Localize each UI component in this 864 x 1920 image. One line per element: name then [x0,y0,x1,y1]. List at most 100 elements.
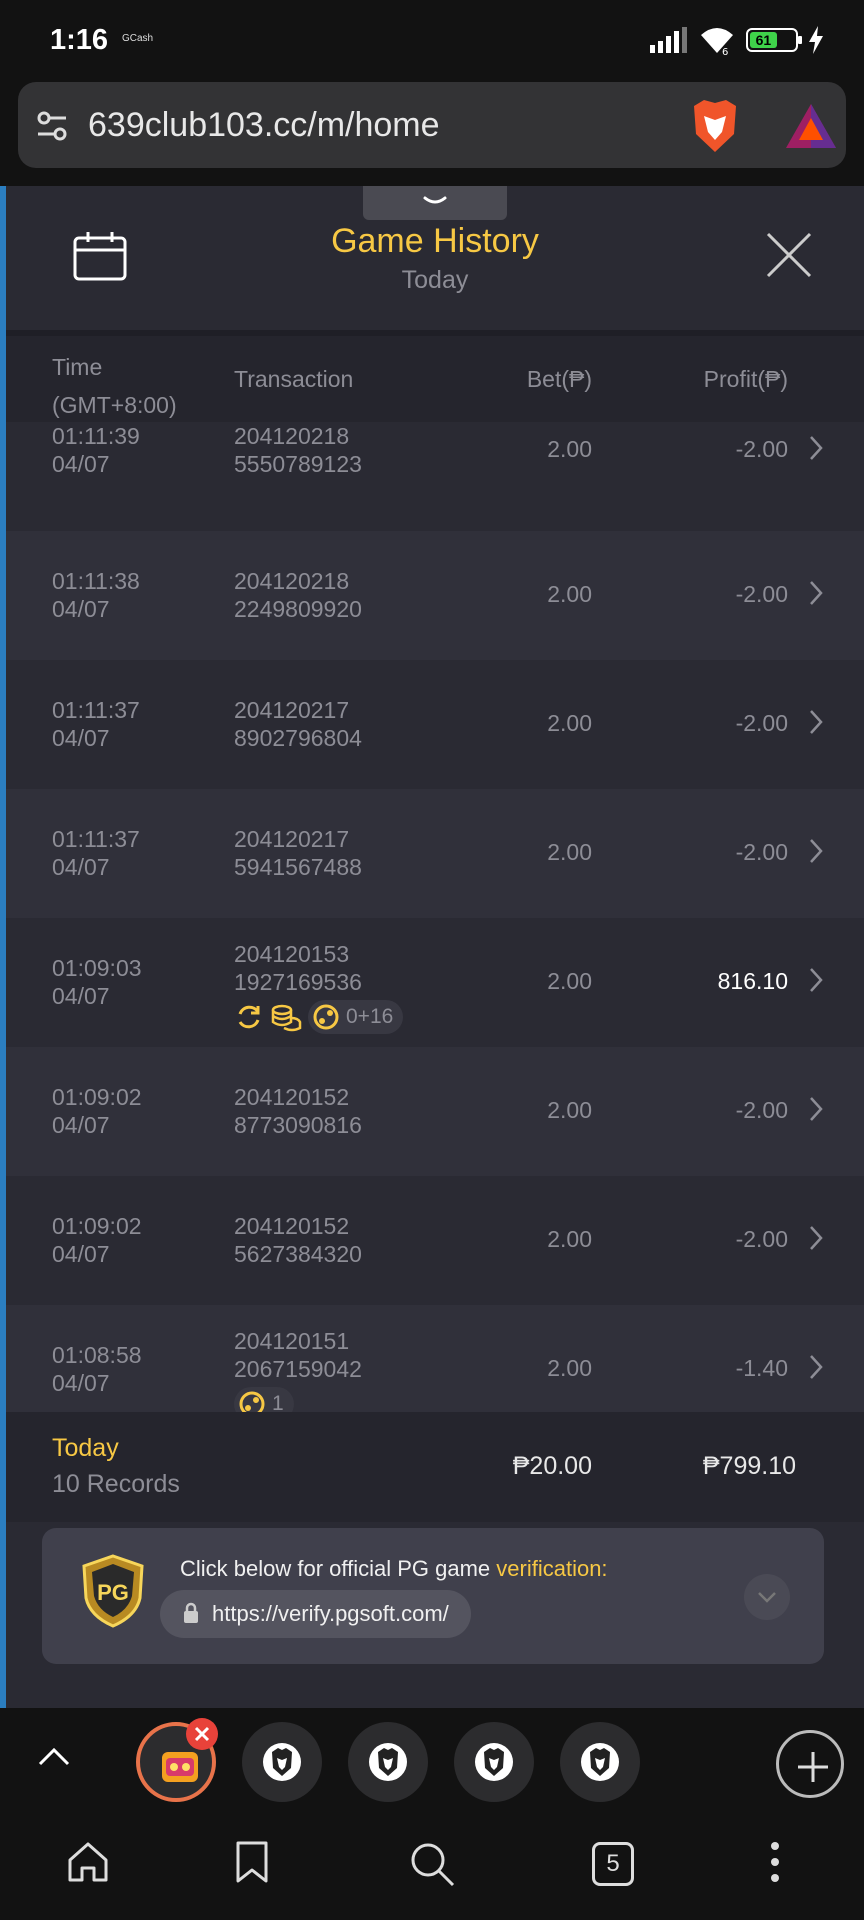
brave-shields-icon[interactable] [688,98,742,154]
signal-icon [650,27,687,53]
brave-tab-icon [475,1743,513,1781]
collapse-handle[interactable] [363,186,507,220]
page-subtitle: Today [401,266,469,294]
row-bet: 2.00 [547,968,592,994]
plus-icon [798,1752,828,1782]
bookmark-icon[interactable] [234,1840,270,1884]
chevron-right-icon [810,968,823,992]
game-history-panel: Game History Today Time (GMT+8:00) Trans… [6,186,864,1708]
tabs-count-button[interactable]: 5 [592,1842,634,1886]
free-spin-icon [239,1391,265,1412]
row-time: 01:09:02 04/07 [52,1213,142,1267]
table-row[interactable]: 01:09:03 04/07 204120153 1927169536 0+16… [6,918,864,1047]
status-icons: 6 61 [648,24,824,56]
brave-rewards-icon[interactable] [784,102,838,150]
coins-icon [271,1004,302,1032]
row-time: 01:08:58 04/07 [52,1342,142,1396]
history-table-body: 01:11:39 04/07 204120218 5550789123 2.00 -… [6,422,864,1412]
column-profit: Profit(₱) [703,366,788,392]
tab-2[interactable] [242,1722,322,1802]
row-profit: -2.00 [735,710,788,736]
svg-text:PG: PG [97,1580,129,1605]
table-row[interactable]: 01:09:02 04/07 204120152 5627384320 2.00 -… [6,1176,864,1305]
verification-banner: PG Click below for official PG game veri… [42,1528,824,1664]
bottom-nav: 5 [0,1818,864,1920]
row-transaction: 204120217 5941567488 [234,826,362,880]
table-row[interactable]: 01:11:39 04/07 204120218 5550789123 2.00 -… [6,422,864,531]
summary-records: 10 Records [52,1470,180,1498]
row-profit: -2.00 [735,839,788,865]
chevron-down-icon [758,1592,776,1603]
brave-tab-icon [581,1743,619,1781]
table-row[interactable]: 01:11:37 04/07 204120217 8902796804 2.00 -… [6,660,864,789]
row-bet: 2.00 [547,1097,592,1123]
page-content: Game History Today Time (GMT+8:00) Trans… [0,186,864,1708]
tune-icon[interactable] [32,106,72,146]
verification-text: Click below for official PG game verific… [180,1556,608,1581]
column-time: Time (GMT+8:00) [52,354,177,418]
row-time: 01:11:37 04/07 [52,697,140,751]
row-profit: -2.00 [735,581,788,607]
row-bet: 2.00 [547,839,592,865]
row-bet: 2.00 [547,1226,592,1252]
charging-icon [809,26,823,54]
close-tab-button[interactable] [186,1718,218,1750]
row-time: 01:11:39 04/07 [52,423,140,477]
row-badges: 0+16 [234,1000,404,1034]
row-transaction: 204120218 2249809920 [234,568,362,622]
summary-profit-total: ₱799.10 [702,1452,796,1480]
row-time: 01:09:02 04/07 [52,1084,142,1138]
search-icon[interactable] [408,1840,456,1888]
summary-label: Today [52,1434,119,1462]
tab-3[interactable] [348,1722,428,1802]
row-transaction: 204120152 8773090816 [234,1084,362,1138]
row-time: 01:11:38 04/07 [52,568,140,622]
free-spin-badge: 1 [234,1387,294,1412]
row-transaction: 204120217 8902796804 [234,697,362,751]
chevron-right-icon [810,581,823,605]
row-bet: 2.00 [547,710,592,736]
free-spin-icon [313,1004,339,1030]
table-header: Time (GMT+8:00) Transaction Bet(₱) Profi… [6,336,864,422]
row-bet: 2.00 [547,436,592,462]
close-icon[interactable] [764,230,814,280]
more-menu-icon[interactable] [768,1840,782,1884]
chevron-right-icon [810,1097,823,1121]
row-transaction: 204120152 5627384320 [234,1213,362,1267]
row-profit: -1.40 [735,1355,788,1381]
verification-link[interactable]: https://verify.pgsoft.com/ [160,1590,471,1638]
row-profit: -2.00 [735,436,788,462]
row-profit: 816.10 [717,968,788,994]
expand-button[interactable] [744,1574,790,1620]
svg-text:6: 6 [722,47,728,55]
row-badges: 1 [234,1387,362,1412]
chevron-up-icon[interactable] [36,1744,72,1768]
row-transaction: 204120153 1927169536 0+16 [234,940,404,1034]
column-transaction: Transaction [234,366,354,392]
address-bar[interactable]: 639club103.cc/m/home [18,82,846,168]
new-tab-button[interactable] [776,1730,844,1798]
summary-bet-total: ₱20.00 [512,1452,592,1480]
brave-tab-icon [263,1743,301,1781]
tab-5[interactable] [560,1722,640,1802]
brave-tab-icon [369,1743,407,1781]
table-row[interactable]: 01:08:5804/07 2041201512067159042 1 2. [6,1305,864,1412]
table-row[interactable]: 01:09:02 04/07 204120152 8773090816 2.00 -… [6,1047,864,1176]
url-text[interactable]: 639club103.cc/m/home [88,106,440,145]
table-row[interactable]: 01:11:37 04/07 204120217 5941567488 2.00 -… [6,789,864,918]
chevron-right-icon [810,1355,823,1379]
chevron-right-icon [810,839,823,863]
row-profit: -2.00 [735,1097,788,1123]
row-bet: 2.00 [547,1355,592,1381]
row-time: 01:09:03 04/07 [52,955,142,1009]
gcash-indicator: GCash [122,33,154,44]
wifi-icon: 6 [701,28,733,55]
row-transaction: 204120218 5550789123 [234,423,362,477]
chevron-right-icon [810,1226,823,1250]
tab-4[interactable] [454,1722,534,1802]
home-icon[interactable] [66,1840,110,1884]
chevron-right-icon [810,710,823,734]
table-row[interactable]: 01:11:38 04/07 204120218 2249809920 2.00 -… [6,531,864,660]
pg-logo-icon: PG [82,1554,144,1628]
chevron-right-icon [810,436,823,460]
